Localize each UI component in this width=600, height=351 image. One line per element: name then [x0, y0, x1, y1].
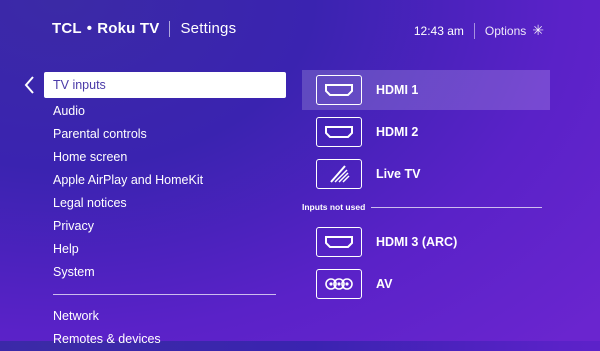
- brand-roku-tv: Roku TV: [97, 20, 160, 37]
- av-ports-icon: [316, 269, 362, 299]
- menu-item-label: Legal notices: [53, 196, 127, 210]
- menu-item-audio[interactable]: Audio: [44, 100, 286, 123]
- input-hdmi-1[interactable]: HDMI 1: [302, 70, 550, 110]
- menu-item-parental-controls[interactable]: Parental controls: [44, 123, 286, 146]
- menu-item-label: Parental controls: [53, 127, 147, 141]
- menu-item-label: System: [53, 265, 95, 279]
- menu-item-remotes-devices[interactable]: Remotes & devices: [44, 328, 286, 351]
- menu-item-label: Help: [53, 242, 79, 256]
- menu-item-home-screen[interactable]: Home screen: [44, 146, 286, 169]
- menu-item-legal-notices[interactable]: Legal notices: [44, 192, 286, 215]
- menu-item-label: Network: [53, 309, 99, 323]
- menu-item-label: Apple AirPlay and HomeKit: [53, 173, 204, 187]
- menu-item-label: Remotes & devices: [53, 332, 161, 346]
- clock: 12:43 am: [413, 23, 464, 38]
- hdmi-icon: [316, 75, 362, 105]
- menu-item-label: Privacy: [53, 219, 94, 233]
- menu-item-airplay-homekit[interactable]: Apple AirPlay and HomeKit: [44, 169, 286, 192]
- options-label[interactable]: Options: [485, 24, 526, 38]
- menu-item-label: Audio: [53, 104, 85, 118]
- header-status: 12:43 am Options ✳: [414, 22, 544, 39]
- input-live-tv[interactable]: Live TV: [302, 154, 550, 194]
- hdmi-icon: [316, 227, 362, 257]
- brand-dot: •: [86, 20, 93, 37]
- input-hdmi-2[interactable]: HDMI 2: [302, 112, 550, 152]
- menu-divider: [53, 294, 276, 295]
- input-hdmi-3-arc[interactable]: HDMI 3 (ARC): [302, 222, 550, 262]
- input-label: HDMI 3 (ARC): [376, 235, 458, 249]
- input-label: HDMI 2: [376, 125, 419, 139]
- antenna-icon: [316, 159, 362, 189]
- section-divider: [371, 206, 542, 208]
- input-label: HDMI 1: [376, 83, 419, 97]
- page-title: Settings: [180, 20, 237, 37]
- menu-item-label: TV inputs: [53, 78, 106, 92]
- status-divider: [473, 22, 475, 39]
- back-chevron-icon[interactable]: [24, 76, 34, 94]
- header-divider: [169, 20, 171, 37]
- brand-header: TCL • Roku TV Settings: [52, 20, 236, 37]
- hdmi-icon: [316, 117, 362, 147]
- input-av[interactable]: AV: [302, 264, 550, 304]
- menu-item-privacy[interactable]: Privacy: [44, 215, 286, 238]
- section-label: Inputs not used: [302, 202, 366, 212]
- input-label: AV: [376, 277, 393, 291]
- menu-item-system[interactable]: System: [44, 261, 286, 284]
- menu-item-label: Home screen: [53, 150, 128, 164]
- settings-screen: TCL • Roku TV Settings 12:43 am Options …: [0, 0, 600, 346]
- asterisk-icon[interactable]: ✳: [532, 22, 544, 39]
- menu-item-help[interactable]: Help: [44, 238, 286, 261]
- settings-menu: TV inputs Audio Parental controls Home s…: [44, 72, 286, 351]
- input-label: Live TV: [376, 167, 421, 181]
- inputs-list: HDMI 1 HDMI 2 Live TV Inputs not used HD…: [302, 70, 550, 306]
- menu-item-tv-inputs[interactable]: TV inputs: [44, 72, 286, 98]
- menu-item-network[interactable]: Network: [44, 305, 286, 328]
- brand-tcl: TCL: [52, 20, 82, 37]
- inputs-not-used-header: Inputs not used: [302, 196, 550, 218]
